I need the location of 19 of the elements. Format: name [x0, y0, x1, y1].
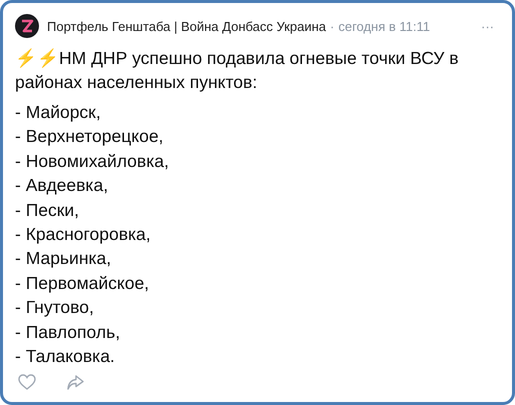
place-item: - Гнутово, — [15, 296, 95, 320]
place-item: - Новомихайловка, — [15, 150, 170, 173]
heart-icon[interactable] — [18, 374, 36, 390]
more-menu[interactable]: ··· — [481, 18, 494, 34]
separator: · — [330, 18, 334, 34]
post-time[interactable]: сегодня в 11:11 — [338, 18, 430, 34]
place-item: - Авдеевка, — [15, 174, 110, 198]
place-item: - Красногоровка, — [15, 223, 152, 246]
avatar-icon[interactable] — [15, 14, 39, 38]
author-name[interactable]: Портфель Генштаба | Война Донбасс Украина — [47, 18, 326, 34]
place-item: - Верхнеторецкое, — [15, 125, 164, 148]
place-item: - Павлополь, — [15, 320, 122, 344]
place-item: - Марьинка, — [15, 247, 112, 270]
headline: ⚡⚡НМ ДНР успешно подавила огневые точки ВСУ в районах населенных пунктов: — [15, 47, 460, 94]
place-item: - Талаковка. — [15, 345, 116, 368]
place-item: - Майорск, — [15, 101, 102, 124]
share-icon[interactable] — [66, 374, 84, 390]
place-item: - Пески, — [15, 198, 80, 222]
place-item: - Первомайское, — [15, 272, 150, 295]
